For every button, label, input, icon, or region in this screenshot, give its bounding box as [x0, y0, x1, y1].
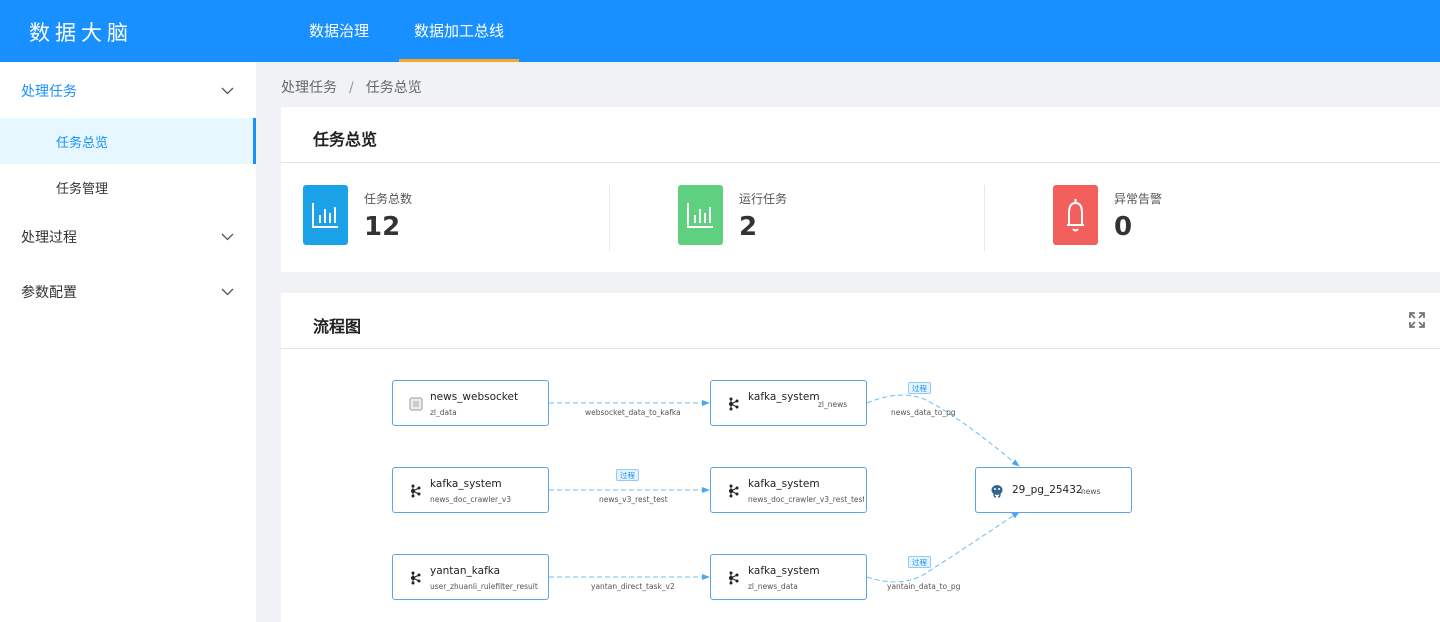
- node-subtitle: zl_data: [430, 408, 457, 417]
- flow-node-yantan-kafka[interactable]: yantan_kafka user_zhuanli_rulefilter_res…: [392, 554, 549, 600]
- websocket-icon: [409, 397, 423, 411]
- breadcrumb: 处理任务 / 任务总览: [281, 77, 422, 97]
- node-subtitle: news_doc_crawler_v3: [430, 495, 512, 504]
- bell-icon: [1053, 185, 1098, 245]
- stat-label: 异常告警: [1114, 192, 1163, 206]
- node-tag: zl_news: [818, 400, 848, 409]
- node-title: 29_pg_25432: [1012, 484, 1083, 496]
- edge-label: websocket_data_to_kafka: [585, 408, 681, 417]
- flow-node-postgresql[interactable]: 29_pg_25432 news: [975, 467, 1132, 513]
- process-tag[interactable]: 过程: [616, 469, 639, 481]
- nav-tab-data-processing-bus[interactable]: 数据加工总线: [399, 0, 519, 62]
- kafka-icon: [411, 571, 421, 585]
- sidebar-item-task-management[interactable]: 任务管理: [0, 164, 256, 210]
- node-title: news_websocket: [430, 391, 519, 403]
- node-subtitle: news_doc_crawler_v3_rest_test: [748, 495, 864, 504]
- task-overview-panel: 任务总览 任务总数 12 运行任务 2 异常告警 0: [281, 107, 1440, 272]
- sidebar-group-params[interactable]: 参数配置: [0, 271, 256, 313]
- flow-edge: [866, 511, 1020, 583]
- brand-title: 数据大脑: [29, 21, 133, 45]
- sidebar-group-label: 处理过程: [21, 230, 77, 246]
- divider: [984, 185, 985, 251]
- postgresql-icon: [991, 485, 1003, 498]
- chevron-down-icon: [221, 233, 234, 241]
- sidebar-group-process[interactable]: 处理过程: [0, 216, 256, 258]
- flow-node-kafka-zl-news-data[interactable]: kafka_system zl_news_data: [710, 554, 867, 600]
- stat-value: 2: [739, 212, 758, 242]
- edge-label: yantan_direct_task_v2: [591, 582, 675, 591]
- flow-node-kafka-zl-news[interactable]: kafka_system zl_news: [710, 380, 867, 426]
- stat-value: 0: [1114, 212, 1133, 242]
- chevron-down-icon: [221, 87, 234, 95]
- bar-chart-icon: [303, 185, 348, 245]
- node-tag: news: [1081, 487, 1101, 496]
- sidebar-group-tasks[interactable]: 处理任务: [0, 70, 256, 112]
- kafka-icon: [729, 484, 739, 498]
- process-tag[interactable]: 过程: [908, 382, 931, 394]
- breadcrumb-item-current: 任务总览: [365, 80, 422, 96]
- panel-title: 任务总览: [313, 130, 378, 149]
- node-title: kafka_system: [748, 478, 820, 490]
- node-subtitle: zl_news_data: [748, 582, 798, 591]
- process-tag[interactable]: 过程: [908, 556, 931, 568]
- kafka-icon: [729, 397, 739, 411]
- node-title: yantan_kafka: [430, 565, 501, 577]
- sidebar-item-task-overview[interactable]: 任务总览: [0, 118, 256, 164]
- sidebar: 处理任务 任务总览 任务管理 处理过程 参数配置: [0, 62, 256, 622]
- sidebar-item-label: 任务总览: [56, 136, 109, 151]
- stat-label: 运行任务: [739, 192, 788, 206]
- sidebar-group-label: 参数配置: [21, 285, 77, 301]
- node-title: kafka_system: [430, 478, 502, 490]
- kafka-icon: [729, 571, 739, 585]
- flow-node-news-websocket[interactable]: news_websocket zl_data: [392, 380, 549, 426]
- chevron-down-icon: [221, 288, 234, 296]
- divider: [609, 185, 610, 251]
- edge-label: news_v3_rest_test: [599, 495, 668, 504]
- breadcrumb-separator: /: [349, 80, 354, 96]
- top-header: 数据大脑 数据治理 数据加工总线: [0, 0, 1440, 62]
- flow-node-kafka-rest-test[interactable]: kafka_system news_doc_crawler_v3_rest_te…: [710, 467, 867, 513]
- sidebar-group-label: 处理任务: [21, 84, 77, 100]
- flow-node-kafka-news-doc-crawler[interactable]: kafka_system news_doc_crawler_v3: [392, 467, 549, 513]
- divider: [281, 162, 1440, 163]
- bar-chart-icon: [678, 185, 723, 245]
- flow-edge: [866, 394, 1020, 467]
- nav-tab-data-governance[interactable]: 数据治理: [290, 0, 388, 62]
- flow-chart-panel: 流程图 news_websocket zl_data websocket_dat…: [281, 293, 1440, 622]
- sidebar-item-label: 任务管理: [56, 182, 109, 197]
- edge-label: news_data_to_pg: [891, 408, 956, 417]
- node-subtitle: user_zhuanli_rulefilter_result: [430, 582, 538, 591]
- node-title: kafka_system: [748, 565, 820, 577]
- kafka-icon: [411, 484, 421, 498]
- breadcrumb-item-tasks[interactable]: 处理任务: [281, 77, 337, 97]
- edge-label: yantain_data_to_pg: [887, 582, 961, 591]
- stat-label: 任务总数: [364, 192, 413, 206]
- node-title: kafka_system: [748, 391, 820, 403]
- stat-value: 12: [364, 212, 401, 242]
